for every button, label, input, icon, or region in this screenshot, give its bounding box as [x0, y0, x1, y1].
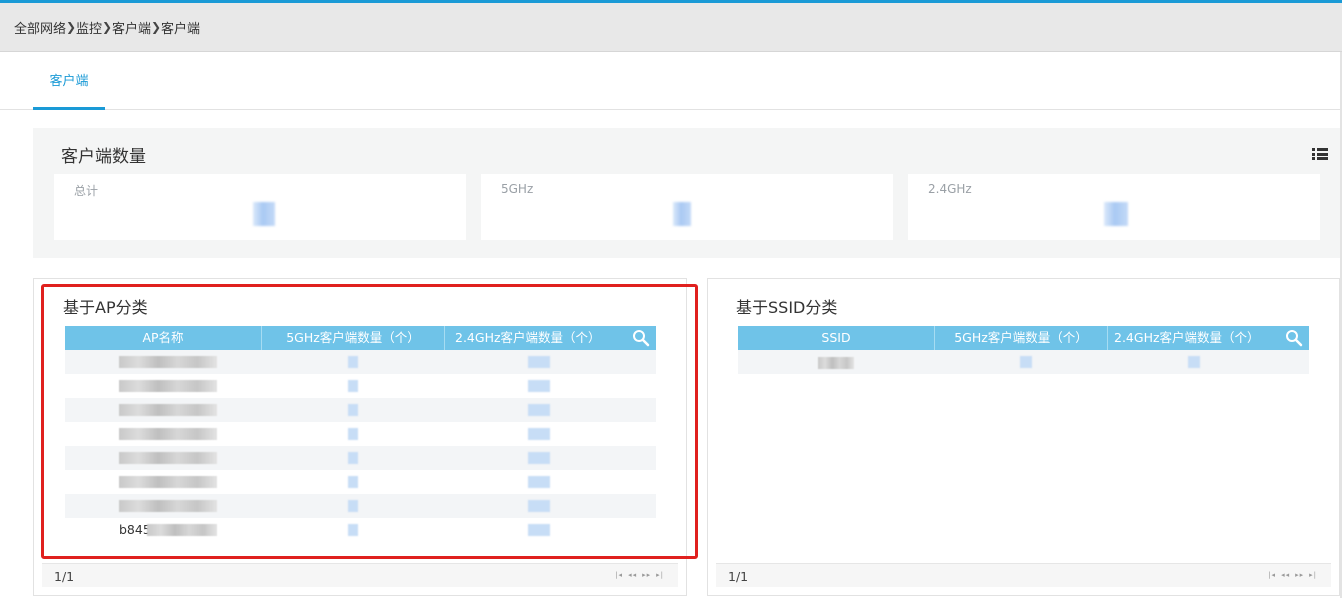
table-row[interactable]	[65, 350, 656, 374]
ssid-classification-panel: 基于SSID分类 SSID 5GHz客户端数量（个） 2.4GHz客户端数量（个…	[707, 278, 1340, 596]
page-indicator: 1/1	[54, 569, 75, 584]
col-24ghz-count[interactable]: 2.4GHz客户端数量（个）	[1108, 326, 1309, 350]
redacted-count	[528, 452, 550, 464]
redacted-count	[348, 500, 358, 512]
chevron-right-icon: ❯	[102, 20, 113, 34]
ssid-grid-header: SSID 5GHz客户端数量（个） 2.4GHz客户端数量（个）	[738, 326, 1309, 350]
prev-page-button[interactable]: ◂◂	[628, 571, 637, 579]
redacted-count	[528, 476, 550, 488]
count-card-label: 总计	[74, 184, 99, 198]
count-card-total: 总计	[54, 174, 466, 240]
ap-pager: 1/1 |◂ ◂◂ ▸▸ ▸|	[42, 563, 678, 587]
redacted-count	[348, 452, 358, 464]
redacted-count	[528, 428, 550, 440]
breadcrumb-clients[interactable]: 客户端	[112, 18, 151, 37]
search-icon[interactable]	[1285, 329, 1303, 347]
redacted-count	[528, 380, 550, 392]
count-card-label: 2.4GHz	[928, 182, 972, 196]
redacted-count	[348, 356, 358, 368]
redacted-ap-name	[119, 476, 217, 488]
count-value-redacted	[673, 202, 691, 226]
redacted-ap-name	[147, 524, 217, 536]
pager-nav: |◂ ◂◂ ▸▸ ▸|	[1268, 571, 1317, 579]
redacted-count	[528, 524, 550, 536]
first-page-button[interactable]: |◂	[1268, 571, 1276, 579]
table-row[interactable]	[65, 494, 656, 518]
chevron-right-icon: ❯	[66, 20, 77, 34]
col-5ghz-count[interactable]: 5GHz客户端数量（个）	[262, 326, 445, 350]
redacted-count	[528, 356, 550, 368]
table-row[interactable]	[738, 350, 1309, 374]
redacted-ap-name	[119, 452, 217, 464]
col-ssid[interactable]: SSID	[738, 326, 935, 350]
ap-grid-header: AP名称 5GHz客户端数量（个） 2.4GHz客户端数量（个）	[65, 326, 656, 350]
list-view-icon[interactable]	[1312, 148, 1328, 160]
breadcrumb-all-networks[interactable]: 全部网络	[14, 18, 66, 37]
redacted-ap-name	[119, 380, 217, 392]
count-card-5ghz: 5GHz	[481, 174, 893, 240]
pager-nav: |◂ ◂◂ ▸▸ ▸|	[615, 571, 664, 579]
table-row[interactable]	[65, 374, 656, 398]
table-row[interactable]	[65, 422, 656, 446]
ssid-pager: 1/1 |◂ ◂◂ ▸▸ ▸|	[716, 563, 1331, 587]
table-row[interactable]	[65, 446, 656, 470]
prev-page-button[interactable]: ◂◂	[1281, 571, 1290, 579]
first-page-button[interactable]: |◂	[615, 571, 623, 579]
ap-panel-title: 基于AP分类	[63, 298, 148, 317]
client-count-title: 客户端数量	[61, 147, 146, 167]
breadcrumb-current: 客户端	[161, 21, 201, 37]
ap-classification-panel: 基于AP分类 AP名称 5GHz客户端数量（个） 2.4GHz客户端数量（个）	[33, 278, 687, 596]
col-ap-name[interactable]: AP名称	[65, 326, 262, 350]
table-row[interactable]	[65, 398, 656, 422]
client-count-panel: 客户端数量 总计 5GHz 2.4GHz	[33, 128, 1340, 258]
col-24ghz-count[interactable]: 2.4GHz客户端数量（个）	[445, 326, 656, 350]
chevron-right-icon: ❯	[151, 20, 162, 34]
count-value-redacted	[253, 202, 275, 226]
last-page-button[interactable]: ▸|	[656, 571, 664, 579]
redacted-count	[348, 524, 358, 536]
search-icon[interactable]	[632, 329, 650, 347]
count-card-24ghz: 2.4GHz	[908, 174, 1320, 240]
redacted-count	[528, 404, 550, 416]
tab-bar: 客户端	[0, 52, 1340, 110]
redacted-count	[1020, 356, 1032, 368]
redacted-ap-name	[119, 500, 217, 512]
col-5ghz-count[interactable]: 5GHz客户端数量（个）	[935, 326, 1108, 350]
table-row[interactable]: b845	[65, 518, 656, 542]
next-page-button[interactable]: ▸▸	[1295, 571, 1304, 579]
breadcrumb-monitor[interactable]: 监控	[76, 18, 102, 37]
tab-clients[interactable]: 客户端	[33, 52, 105, 110]
last-page-button[interactable]: ▸|	[1309, 571, 1317, 579]
page-indicator: 1/1	[728, 569, 749, 584]
count-value-redacted	[1104, 202, 1128, 226]
redacted-count	[348, 428, 358, 440]
redacted-ssid	[818, 357, 854, 369]
redacted-ap-name	[119, 404, 217, 416]
ssid-panel-title: 基于SSID分类	[736, 298, 838, 317]
table-row[interactable]	[65, 470, 656, 494]
breadcrumb: 全部网络 ❯ 监控 ❯ 客户端 ❯ 客户端	[0, 3, 1342, 52]
redacted-count	[348, 380, 358, 392]
redacted-count	[528, 500, 550, 512]
redacted-count	[348, 404, 358, 416]
next-page-button[interactable]: ▸▸	[642, 571, 651, 579]
redacted-count	[348, 476, 358, 488]
redacted-count	[1188, 356, 1200, 368]
count-card-label: 5GHz	[501, 182, 534, 196]
redacted-ap-name	[119, 356, 217, 368]
redacted-ap-name	[119, 428, 217, 440]
